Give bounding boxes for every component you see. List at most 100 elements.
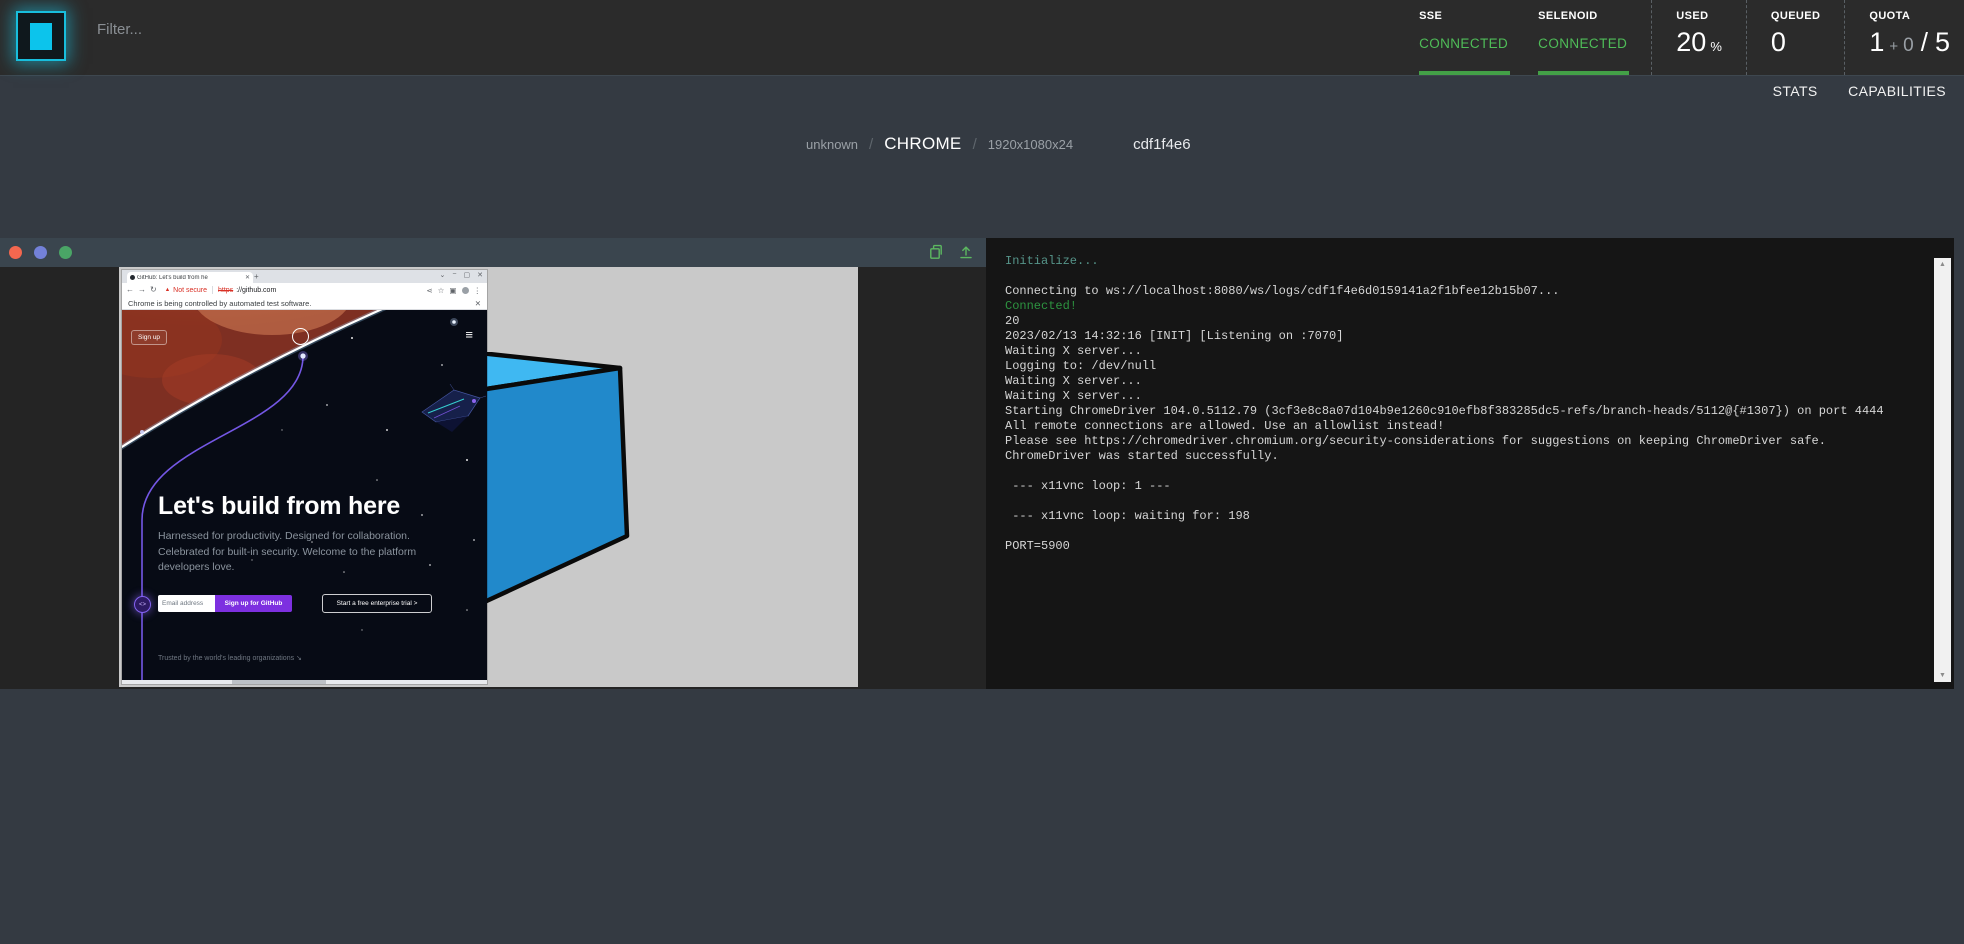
separator: / (973, 136, 977, 153)
quota-slash: / (1921, 27, 1928, 57)
code-icon: <> (134, 596, 151, 613)
session-quota-user: unknown (806, 137, 858, 152)
log-panel: Initialize... Connecting to ws://localho… (986, 238, 1954, 689)
browser-window: GitHub: Let's build from he ✕ + ⌄ − ▢ ✕ … (122, 270, 487, 684)
log-line: PORT=5900 (1005, 539, 1910, 554)
fullscreen-dot[interactable] (59, 246, 72, 259)
stat-label: SELENOID (1538, 10, 1597, 22)
log-line: 20 (1005, 314, 1910, 329)
github-hero: Sign up ≡ Let's build from here Harnesse… (122, 310, 487, 680)
log-output: Initialize... Connecting to ws://localho… (1005, 254, 1910, 681)
3d-box-graphic (474, 352, 654, 622)
minimize-dot[interactable] (34, 246, 47, 259)
address-bar[interactable]: ▲ Not secure https ://github.com (165, 286, 423, 294)
status-underline (1538, 71, 1629, 75)
stat-label: QUEUED (1771, 10, 1820, 22)
github-subtext: Harnessed for productivity. Designed for… (158, 529, 454, 576)
vnc-panel: GitHub: Let's build from he ✕ + ⌄ − ▢ ✕ … (0, 238, 986, 689)
side-panel-icon[interactable]: ▣ (449, 286, 456, 295)
log-line: Logging to: /dev/null (1005, 359, 1910, 374)
scrollbar-thumb[interactable] (232, 680, 327, 684)
share-icon[interactable]: ⋖ (426, 286, 432, 295)
log-line (1005, 464, 1910, 479)
log-line: All remote connections are allowed. Use … (1005, 419, 1910, 434)
url-scheme: https (218, 287, 233, 294)
scroll-up-icon[interactable]: ▲ (1934, 261, 1951, 268)
quota-plus: + (1889, 38, 1898, 55)
log-line: Waiting X server... (1005, 374, 1910, 389)
signup-for-github-button[interactable]: Sign up for GitHub (215, 595, 292, 612)
selenoid-status: CONNECTED (1538, 36, 1627, 51)
hamburger-menu-icon[interactable]: ≡ (465, 328, 473, 341)
window-maximize-icon[interactable]: ▢ (464, 271, 471, 279)
automation-infobar: Chrome is being controlled by automated … (122, 297, 487, 310)
window-chevron-icon[interactable]: ⌄ (440, 271, 446, 279)
quota-pending: 0 (1903, 35, 1914, 56)
window-minimize-icon[interactable]: − (452, 271, 456, 279)
tab-capabilities[interactable]: CAPABILITIES (1848, 83, 1946, 99)
enterprise-trial-button[interactable]: Start a free enterprise trial > (322, 594, 432, 613)
used-value: 20 (1676, 27, 1706, 57)
stats-bar: SSE CONNECTED SELENOID CONNECTED USED 20… (1389, 0, 1950, 75)
spaceship-icon (422, 384, 486, 432)
infobar-close-icon[interactable]: ✕ (475, 299, 481, 308)
logo-mark-icon (30, 23, 52, 50)
topbar: SSE CONNECTED SELENOID CONNECTED USED 20… (0, 0, 1964, 76)
scroll-down-icon[interactable]: ▼ (1934, 672, 1951, 679)
url-divider (212, 286, 213, 294)
stat-selenoid: SELENOID CONNECTED (1538, 0, 1627, 75)
close-dot[interactable] (9, 246, 22, 259)
menu-dots-icon[interactable]: ⋮ (474, 286, 482, 295)
stat-label: USED (1676, 10, 1708, 22)
forward-icon[interactable]: → (138, 286, 146, 294)
upload-icon[interactable] (958, 244, 974, 260)
github-heading: Let's build from here (158, 492, 400, 521)
github-cta-row: Email address Sign up for GitHub Start a… (158, 594, 432, 613)
reload-icon[interactable]: ↻ (150, 286, 157, 294)
status-underline (1419, 71, 1510, 75)
log-line: Initialize... (1005, 254, 1910, 269)
infobar-text: Chrome is being controlled by automated … (128, 299, 311, 308)
used-unit: % (1710, 39, 1722, 54)
log-line (1005, 494, 1910, 509)
clipboard-icon[interactable] (928, 244, 944, 260)
log-line: Waiting X server... (1005, 344, 1910, 359)
vnc-screen[interactable]: GitHub: Let's build from he ✕ + ⌄ − ▢ ✕ … (119, 267, 858, 687)
url-text: ://github.com (236, 287, 276, 294)
browser-toolbar: ← → ↻ ▲ Not secure https ://github.com ⋖… (122, 283, 487, 297)
session-row[interactable]: unknown / CHROME / 1920x1080x24 cdf1f4e6 (806, 134, 1191, 154)
stat-quota: QUOTA 1+0/5 (1844, 0, 1950, 75)
tab-close-icon[interactable]: ✕ (245, 274, 250, 281)
stat-label: SSE (1419, 10, 1442, 22)
github-signup-small-button[interactable]: Sign up (131, 330, 167, 345)
trusted-text: Trusted by the world's leading organizat… (158, 654, 302, 662)
queued-value: 0 (1771, 27, 1786, 57)
email-field[interactable]: Email address (158, 595, 215, 612)
log-line (1005, 269, 1910, 284)
sse-status: CONNECTED (1419, 36, 1508, 51)
window-close-icon[interactable]: ✕ (477, 271, 483, 279)
browser-tabstrip: GitHub: Let's build from he ✕ + ⌄ − ▢ ✕ (122, 270, 487, 283)
log-line: ChromeDriver was started successfully. (1005, 449, 1910, 464)
filter-input[interactable] (95, 20, 419, 39)
back-icon[interactable]: ← (126, 286, 134, 294)
log-line: --- x11vnc loop: 1 --- (1005, 479, 1910, 494)
browser-hscrollbar[interactable] (122, 680, 487, 684)
new-tab-icon[interactable]: + (254, 272, 259, 281)
github-logo-icon[interactable] (292, 328, 309, 345)
not-secure-label: Not secure (173, 287, 207, 294)
log-line: --- x11vnc loop: waiting for: 198 (1005, 509, 1910, 524)
browser-tab[interactable]: GitHub: Let's build from he ✕ (127, 272, 253, 283)
quota-used: 1 (1869, 27, 1884, 57)
session-id: cdf1f4e6 (1133, 136, 1191, 153)
log-line: Connecting to ws://localhost:8080/ws/log… (1005, 284, 1910, 299)
view-tabs: STATS CAPABILITIES (1747, 83, 1946, 101)
log-line: Connected! (1005, 299, 1910, 314)
tab-stats[interactable]: STATS (1773, 83, 1818, 99)
bookmark-star-icon[interactable]: ☆ (438, 286, 445, 295)
log-scrollbar[interactable]: ▲ ▼ (1934, 258, 1951, 682)
stat-label: QUOTA (1869, 10, 1910, 22)
vnc-header (0, 238, 986, 267)
profile-avatar[interactable] (462, 287, 469, 294)
app-logo[interactable] (16, 11, 66, 61)
